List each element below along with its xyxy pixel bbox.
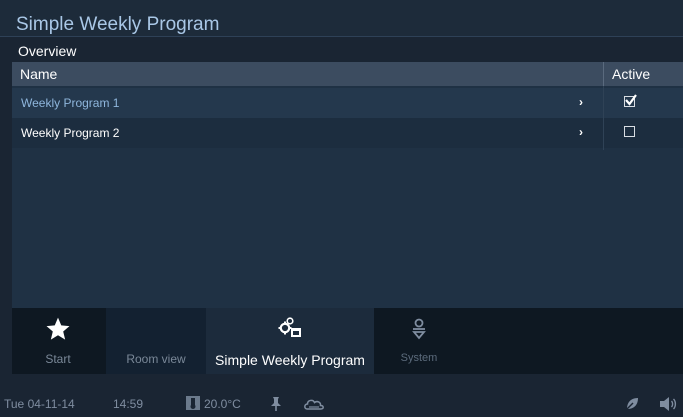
tab-system-label: System xyxy=(400,352,438,364)
column-divider xyxy=(603,62,604,86)
program-row[interactable]: Weekly Program 1 › xyxy=(12,88,683,118)
status-bar: Tue 04-11-14 14:59 20.0°C xyxy=(0,392,683,417)
status-temperature: 20.0°C xyxy=(204,397,241,411)
bottom-nav: Start Room view Simple Weekly Program Sy… xyxy=(12,308,683,374)
column-header-name: Name xyxy=(20,66,58,82)
checkmark-icon xyxy=(625,94,637,106)
status-date: Tue 04-11-14 xyxy=(4,397,75,411)
settings-leaf-icon[interactable] xyxy=(624,396,640,412)
program-row[interactable]: Weekly Program 2 › xyxy=(12,118,683,148)
cloud-icon xyxy=(304,399,324,410)
program-name: Weekly Program 2 xyxy=(21,126,120,140)
column-divider xyxy=(603,86,604,150)
column-header-active: Active xyxy=(612,66,651,82)
active-checkbox[interactable] xyxy=(624,94,637,107)
pin-icon xyxy=(271,397,281,411)
table-header: Name Active xyxy=(12,62,683,86)
thermometer-icon xyxy=(186,396,200,410)
chevron-right-icon[interactable]: › xyxy=(579,125,583,139)
active-checkbox[interactable] xyxy=(624,126,635,137)
tab-simple-weekly-program[interactable]: Simple Weekly Program xyxy=(206,308,374,374)
section-label: Overview xyxy=(18,43,77,59)
program-list: Weekly Program 1 › Weekly Program 2 › xyxy=(12,86,683,308)
gear-calendar-icon xyxy=(278,317,301,337)
tab-start[interactable]: Start xyxy=(12,308,104,374)
title-divider xyxy=(0,36,683,37)
tab-simple-weekly-program-label: Simple Weekly Program xyxy=(215,352,365,368)
chevron-right-icon[interactable]: › xyxy=(579,95,583,109)
app-title: Simple Weekly Program xyxy=(16,14,220,35)
tab-room-view-label: Room view xyxy=(126,352,186,366)
status-time: 14:59 xyxy=(113,397,144,411)
speaker-icon[interactable] xyxy=(659,396,677,412)
tab-room-view[interactable]: Room view xyxy=(106,308,206,374)
star-icon xyxy=(46,317,70,340)
tab-system[interactable]: System xyxy=(374,308,464,374)
program-name: Weekly Program 1 xyxy=(21,96,120,110)
title-bar: Simple Weekly Program xyxy=(0,0,683,36)
tab-start-label: Start xyxy=(45,352,71,366)
system-icon xyxy=(412,318,426,340)
